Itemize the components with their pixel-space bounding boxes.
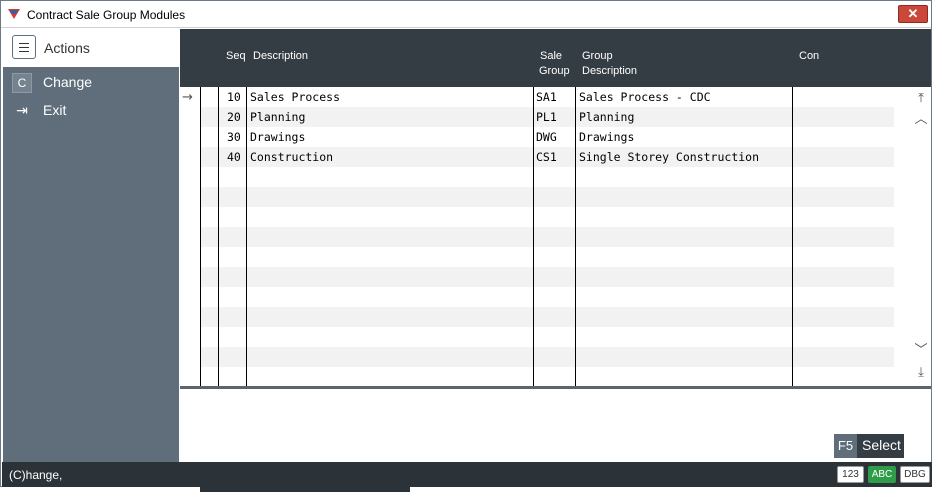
scroll-bottom-icon[interactable]: ⤓ xyxy=(913,365,929,381)
empty-row[interactable] xyxy=(180,247,931,267)
numeric-mode-badge[interactable]: 123 xyxy=(837,466,864,483)
empty-row[interactable] xyxy=(180,227,931,247)
actions-sidebar: Actions C Change ⇥ Exit xyxy=(3,29,179,462)
scroll-up-icon[interactable]: ︿ xyxy=(913,112,929,128)
sidebar-item-label: Change xyxy=(43,74,93,90)
main-window: Contract Sale Group Modules ✕ Actions C … xyxy=(0,0,932,487)
actions-header: Actions xyxy=(3,29,179,67)
cell-seq[interactable]: 40 xyxy=(227,150,241,164)
modules-grid: Seq Description Sale Group Group Descrip… xyxy=(180,29,931,462)
change-icon: C xyxy=(12,73,32,93)
column-header-group-description-2[interactable]: Description xyxy=(582,64,637,79)
column-divider xyxy=(792,87,793,387)
grid-header: Seq Description Sale Group Group Descrip… xyxy=(180,29,931,87)
cell-seq[interactable]: 30 xyxy=(227,130,241,144)
exit-icon: ⇥ xyxy=(16,102,28,118)
background-window-edge xyxy=(200,487,410,492)
column-divider xyxy=(533,87,534,387)
cell-sale-group[interactable]: PL1 xyxy=(536,110,557,124)
sidebar-item-label: Exit xyxy=(43,102,67,118)
cell-sale-group[interactable]: SA1 xyxy=(536,90,557,104)
column-divider xyxy=(246,87,247,387)
empty-row[interactable] xyxy=(180,307,931,327)
cell-group-description[interactable]: Planning xyxy=(579,110,634,124)
select-button[interactable]: F5 Select xyxy=(834,434,904,458)
table-row[interactable]: 40 Construction CS1 Single Storey Constr… xyxy=(180,147,931,167)
row-stripe xyxy=(200,227,894,247)
grid-bottom-border xyxy=(180,386,931,389)
title-bar: Contract Sale Group Modules ✕ xyxy=(1,1,931,28)
current-row-arrow-icon: → xyxy=(182,90,193,105)
app-logo-icon xyxy=(8,9,20,19)
row-stripe xyxy=(200,187,894,207)
sidebar-item-exit[interactable]: ⇥ Exit xyxy=(3,98,179,122)
cell-group-description[interactable]: Drawings xyxy=(579,130,634,144)
empty-row[interactable] xyxy=(180,187,931,207)
empty-row[interactable] xyxy=(180,287,931,307)
row-stripe xyxy=(200,307,894,327)
column-header-sale-group-1[interactable]: Sale xyxy=(540,49,562,64)
status-bar: (C)hange, 123 ABC DBG xyxy=(2,462,932,487)
grid-rows: → 10 Sales Process SA1 Sales Process - C… xyxy=(180,87,931,387)
column-header-con[interactable]: Con xyxy=(799,49,819,64)
table-row[interactable]: → 10 Sales Process SA1 Sales Process - C… xyxy=(180,87,931,107)
actions-title: Actions xyxy=(44,40,90,56)
cell-group-description[interactable]: Sales Process - CDC xyxy=(579,90,711,104)
cell-description[interactable]: Sales Process xyxy=(250,90,340,104)
empty-row[interactable] xyxy=(180,167,931,187)
cell-description[interactable]: Construction xyxy=(250,150,333,164)
column-header-description[interactable]: Description xyxy=(253,49,308,64)
column-header-sale-group-2[interactable]: Group xyxy=(539,64,570,79)
hamburger-icon[interactable] xyxy=(12,35,36,59)
column-divider xyxy=(218,87,219,387)
cell-description[interactable]: Planning xyxy=(250,110,305,124)
scroll-top-icon[interactable]: ⤒ xyxy=(913,91,929,107)
sidebar-item-change[interactable]: C Change xyxy=(3,70,179,94)
scroll-down-icon[interactable]: ﹀ xyxy=(913,343,929,359)
row-stripe xyxy=(200,347,894,367)
cell-description[interactable]: Drawings xyxy=(250,130,305,144)
cell-group-description[interactable]: Single Storey Construction xyxy=(579,150,759,164)
window-title: Contract Sale Group Modules xyxy=(27,8,186,22)
column-header-group-description-1[interactable]: Group xyxy=(582,49,613,64)
table-row[interactable]: 30 Drawings DWG Drawings xyxy=(180,127,931,147)
column-divider xyxy=(200,87,201,387)
cell-seq[interactable]: 10 xyxy=(227,90,241,104)
cell-sale-group[interactable]: DWG xyxy=(536,130,557,144)
alpha-mode-badge[interactable]: ABC xyxy=(868,466,896,483)
cell-seq[interactable]: 20 xyxy=(227,110,241,124)
vertical-scrollbar[interactable]: ⤒ ︿ ﹀ ⤓ xyxy=(911,87,931,387)
table-row[interactable]: 20 Planning PL1 Planning xyxy=(180,107,931,127)
column-header-seq[interactable]: Seq xyxy=(226,49,246,64)
row-stripe xyxy=(200,267,894,287)
debug-badge[interactable]: DBG xyxy=(900,466,930,483)
empty-row[interactable] xyxy=(180,267,931,287)
close-button[interactable]: ✕ xyxy=(898,5,928,23)
status-text: (C)hange, xyxy=(9,468,63,482)
empty-row[interactable] xyxy=(180,207,931,227)
cell-sale-group[interactable]: CS1 xyxy=(536,150,557,164)
select-shortcut-key: F5 xyxy=(834,434,857,458)
empty-row[interactable] xyxy=(180,327,931,347)
empty-row[interactable] xyxy=(180,347,931,367)
empty-row[interactable] xyxy=(180,367,931,387)
column-divider xyxy=(575,87,576,387)
select-label: Select xyxy=(862,437,901,453)
